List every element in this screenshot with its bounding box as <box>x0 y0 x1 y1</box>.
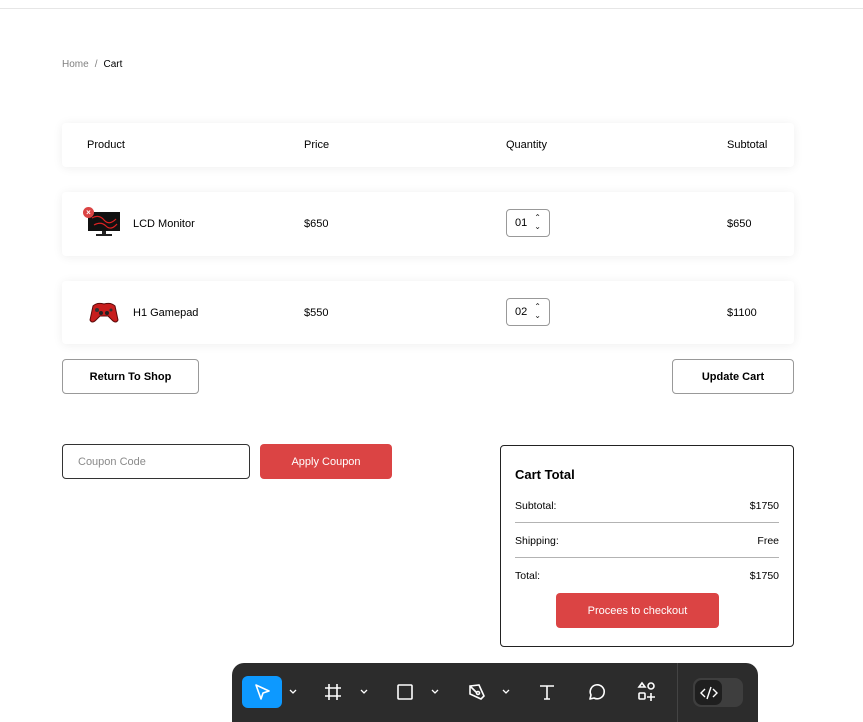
product-price: $650 <box>304 218 329 230</box>
breadcrumb: Home / Cart <box>62 59 122 71</box>
quantity-value[interactable]: 01 <box>515 217 527 229</box>
divider <box>515 557 779 558</box>
subtotal-label: Subtotal: <box>515 500 557 512</box>
chevron-down-icon[interactable] <box>501 687 511 697</box>
rectangle-tool-icon[interactable] <box>390 676 420 708</box>
header-quantity: Quantity <box>506 139 547 151</box>
coupon-input[interactable]: Coupon Code <box>62 444 250 479</box>
product-name: H1 Gamepad <box>133 307 199 319</box>
quantity-stepper[interactable]: 02 ⌃ ⌄ <box>506 298 550 326</box>
pen-tool-icon[interactable] <box>462 676 492 708</box>
cart-total-panel: Cart Total Subtotal: $1750 Shipping: Fre… <box>500 445 794 647</box>
divider <box>515 522 779 523</box>
stepper-arrows-icon[interactable]: ⌃ ⌄ <box>534 213 541 231</box>
move-tool-icon[interactable] <box>242 676 282 708</box>
breadcrumb-current: Cart <box>103 59 123 70</box>
chevron-down-icon[interactable] <box>359 687 369 697</box>
quantity-stepper[interactable]: 01 ⌃ ⌄ <box>506 209 550 237</box>
frame-tool-icon[interactable] <box>318 676 348 708</box>
text-tool-icon[interactable] <box>532 676 562 708</box>
cart-total-title: Cart Total <box>515 467 575 482</box>
shipping-value: Free <box>757 535 779 547</box>
design-toolbar <box>232 663 758 722</box>
header-price: Price <box>304 139 330 151</box>
shipping-label: Shipping: <box>515 535 559 547</box>
apply-coupon-button[interactable]: Apply Coupon <box>260 444 392 479</box>
product-subtotal: $650 <box>727 218 752 230</box>
header-subtotal: Subtotal <box>727 139 768 151</box>
remove-item-icon[interactable]: × <box>83 207 94 218</box>
product-price: $550 <box>304 307 329 319</box>
table-row: H1 Gamepad $550 02 ⌃ ⌄ $1100 <box>62 281 794 344</box>
chevron-down-icon[interactable] <box>430 687 440 697</box>
checkout-button[interactable]: Procees to checkout <box>556 593 719 628</box>
code-icon[interactable] <box>695 680 722 705</box>
cart-table-header: Product Price Quantity Subtotal <box>62 123 794 167</box>
stepper-arrows-icon[interactable]: ⌃ ⌄ <box>534 302 541 320</box>
assets-tool-icon[interactable] <box>632 676 662 708</box>
total-value: $1750 <box>749 570 779 582</box>
gamepad-image <box>87 298 121 326</box>
subtotal-value: $1750 <box>749 500 779 512</box>
total-label: Total: <box>515 570 541 582</box>
table-row: × LCD Monitor $650 01 ⌃ ⌄ $650 <box>62 192 794 256</box>
product-name: LCD Monitor <box>133 218 195 230</box>
quantity-value[interactable]: 02 <box>515 306 527 318</box>
dev-mode-toggle[interactable] <box>693 678 743 707</box>
toolbar-divider <box>677 663 678 722</box>
breadcrumb-separator: / <box>94 59 98 70</box>
chevron-down-icon[interactable] <box>288 687 298 697</box>
breadcrumb-home[interactable]: Home <box>62 59 89 70</box>
product-subtotal: $1100 <box>727 307 757 319</box>
return-to-shop-button[interactable]: Return To Shop <box>62 359 199 394</box>
header-divider <box>0 8 863 9</box>
header-product: Product <box>87 139 125 151</box>
update-cart-button[interactable]: Update Cart <box>672 359 794 394</box>
comment-tool-icon[interactable] <box>582 676 612 708</box>
